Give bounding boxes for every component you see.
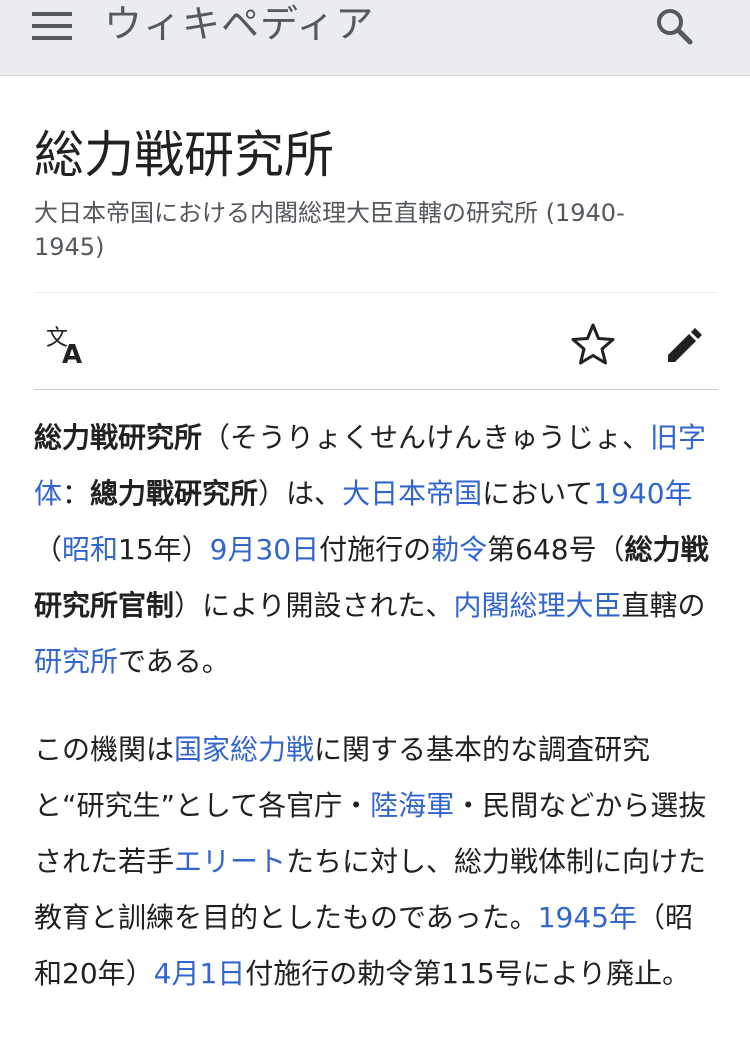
page-title: 総力戦研究所 bbox=[34, 126, 334, 184]
text-span: 直轄の bbox=[621, 589, 706, 622]
article-body: 総力戦研究所（そうりょくせんけんきゅうじょ、旧字体：總力戰硏究所）は、大日本帝国… bbox=[34, 410, 718, 1034]
language-button[interactable]: 文 A bbox=[38, 319, 88, 370]
text-span: 第648号（ bbox=[487, 533, 625, 566]
text-span: 15年） bbox=[118, 533, 210, 566]
link-chokurei[interactable]: 勅令 bbox=[431, 533, 487, 566]
text-span: （ bbox=[34, 533, 63, 566]
link-1945[interactable]: 1945年 bbox=[538, 901, 637, 934]
link-elite[interactable]: エリート bbox=[174, 845, 286, 878]
text-span: （そうりょくせんけんきゅうじょ、 bbox=[202, 421, 651, 454]
link-apr1[interactable]: 4月1日 bbox=[154, 957, 246, 990]
bold-title: 総力戦研究所 bbox=[34, 421, 203, 454]
top-bar: ウィキペディア bbox=[0, 0, 750, 76]
link-prime-minister[interactable]: 内閣総理大臣 bbox=[453, 589, 621, 622]
wordmark[interactable]: ウィキペディア bbox=[104, 0, 374, 48]
menu-button[interactable] bbox=[22, 2, 84, 50]
text-span: ）は、 bbox=[258, 477, 343, 510]
link-sep30[interactable]: 9月30日 bbox=[210, 533, 319, 566]
search-button[interactable] bbox=[644, 2, 704, 52]
text-span: この機関は bbox=[34, 733, 175, 766]
text-span: において bbox=[482, 477, 594, 510]
link-showa[interactable]: 昭和 bbox=[62, 533, 118, 566]
hamburger-menu-icon bbox=[32, 12, 72, 40]
pencil-icon bbox=[668, 328, 702, 362]
search-icon bbox=[657, 9, 693, 45]
star-icon bbox=[571, 323, 615, 365]
link-empire[interactable]: 大日本帝国 bbox=[342, 477, 482, 510]
edit-button[interactable] bbox=[660, 319, 710, 369]
text-span: ： bbox=[62, 477, 91, 510]
watch-star-button[interactable] bbox=[568, 319, 618, 369]
text-span: 付施行の勅令第115号により廃止。 bbox=[245, 957, 691, 990]
language-icon: 文 A bbox=[46, 326, 82, 370]
page-actions-bar: 文 A bbox=[34, 292, 718, 390]
text-span: 付施行の bbox=[319, 533, 432, 566]
paragraph-second: この機関は国家総力戦に関する基本的な調査研究と“研究生”として各官庁・陸海軍・民… bbox=[34, 722, 718, 1002]
bold-kyujitai-title: 總力戰硏究所 bbox=[90, 477, 259, 510]
link-total-war[interactable]: 国家総力戦 bbox=[174, 733, 314, 766]
link-1940[interactable]: 1940年 bbox=[593, 477, 692, 510]
text-span: である。 bbox=[118, 645, 230, 678]
svg-text:A: A bbox=[62, 340, 82, 369]
page-description: 大日本帝国における内閣総理大臣直轄の研究所 (1940-1945) bbox=[34, 199, 625, 261]
text-span: ）により開設された、 bbox=[174, 589, 454, 622]
link-institute[interactable]: 研究所 bbox=[34, 645, 118, 678]
paragraph-intro: 総力戦研究所（そうりょくせんけんきゅうじょ、旧字体：總力戰硏究所）は、大日本帝国… bbox=[34, 410, 718, 690]
link-army-navy[interactable]: 陸海軍 bbox=[370, 789, 454, 822]
